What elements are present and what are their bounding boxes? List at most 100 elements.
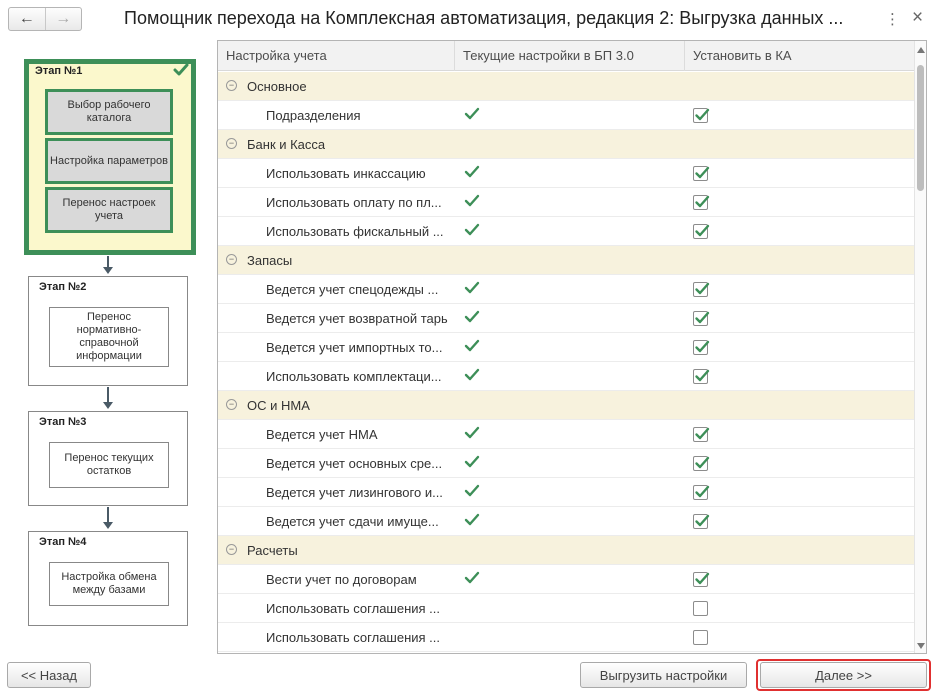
close-icon[interactable]: × — [912, 7, 923, 29]
stage-label: Этап №1 — [35, 65, 83, 77]
current-enabled-check-icon — [464, 339, 480, 352]
scroll-thumb[interactable] — [917, 65, 924, 191]
current-enabled-check-icon — [464, 455, 480, 468]
setting-label: Подразделения — [266, 108, 361, 123]
set-in-ka-checkbox-checked[interactable] — [693, 166, 710, 181]
column-header-current[interactable]: Текущие настройки в БП 3.0 — [454, 41, 684, 71]
checkbox-check-icon — [695, 340, 710, 353]
collapse-icon[interactable]: − — [226, 80, 237, 91]
checkbox-check-icon — [695, 572, 710, 585]
table-row[interactable]: Использовать оплату по пл... — [218, 188, 914, 217]
table-group-row[interactable]: − ОС и НМА — [218, 391, 914, 420]
setting-label: Ведется учет лизингового и... — [266, 485, 443, 500]
table-row[interactable]: Использовать инкассацию — [218, 159, 914, 188]
set-in-ka-checkbox-checked[interactable] — [693, 514, 710, 529]
table-row[interactable]: Подразделения — [218, 101, 914, 130]
current-enabled-check-icon — [464, 194, 480, 207]
checkbox-check-icon — [695, 108, 710, 121]
checkbox-check-icon — [695, 456, 710, 469]
setting-label: Вести учет по договорам — [266, 572, 417, 587]
more-menu-icon[interactable]: ⋮ — [885, 10, 900, 28]
column-header-setting[interactable]: Настройка учета — [218, 41, 454, 71]
back-button[interactable]: << Назад — [7, 662, 91, 688]
table-row[interactable]: Ведется учет лизингового и... — [218, 478, 914, 507]
next-button[interactable]: Далее >> — [760, 662, 927, 688]
stage-label: Этап №2 — [39, 281, 87, 293]
vertical-scrollbar[interactable] — [914, 41, 926, 653]
table-group-row[interactable]: − Запасы — [218, 246, 914, 275]
set-in-ka-checkbox-checked[interactable] — [693, 340, 710, 355]
current-enabled-check-icon — [464, 223, 480, 236]
table-group-row[interactable]: − Основное — [218, 72, 914, 101]
set-in-ka-checkbox-checked[interactable] — [693, 282, 710, 297]
set-in-ka-checkbox-checked[interactable] — [693, 108, 710, 123]
setting-label: Ведется учет НМА — [266, 427, 378, 442]
settings-table: Настройка учета Текущие настройки в БП 3… — [217, 40, 927, 654]
stage-label: Этап №4 — [39, 536, 87, 548]
table-row[interactable]: Использовать фискальный ... — [218, 217, 914, 246]
table-row[interactable]: Ведется учет НМА — [218, 420, 914, 449]
set-in-ka-checkbox-checked[interactable] — [693, 311, 710, 326]
collapse-icon[interactable]: − — [226, 544, 237, 555]
setting-label: Ведется учет возвратной тары — [266, 311, 448, 326]
step-reference-data[interactable]: Перенос нормативно-справочной информации — [49, 307, 169, 367]
setting-label: Использовать соглашения ... — [266, 630, 441, 645]
back-arrow-icon[interactable]: ← — [9, 8, 45, 30]
set-in-ka-checkbox-checked[interactable] — [693, 224, 710, 239]
set-in-ka-checkbox-checked[interactable] — [693, 572, 710, 587]
forward-arrow-icon[interactable]: → — [44, 8, 82, 30]
table-row[interactable]: Использовать соглашения ... — [218, 594, 914, 623]
completed-check-icon — [173, 63, 189, 76]
setting-label: Использовать соглашения ... — [266, 601, 441, 616]
table-row[interactable]: Вести учет по договорам — [218, 565, 914, 594]
table-row[interactable]: Использовать соглашения ... — [218, 623, 914, 652]
setting-label: Использовать инкассацию — [266, 166, 426, 181]
checkbox-check-icon — [695, 224, 710, 237]
title-bar: ← → Помощник перехода на Комплексная авт… — [0, 0, 938, 38]
current-enabled-check-icon — [464, 513, 480, 526]
setting-label: Ведется учет основных сре... — [266, 456, 443, 471]
stage-1: Этап №1 Выбор рабочего каталога Настройк… — [24, 59, 196, 255]
table-row[interactable]: Ведется учет импортных то... — [218, 333, 914, 362]
set-in-ka-checkbox-checked[interactable] — [693, 485, 710, 500]
checkbox-check-icon — [695, 485, 710, 498]
set-in-ka-checkbox-checked[interactable] — [693, 195, 710, 210]
export-settings-button[interactable]: Выгрузить настройки — [580, 662, 747, 688]
table-row[interactable]: Ведется учет основных сре... — [218, 449, 914, 478]
column-header-set[interactable]: Установить в КА — [684, 41, 914, 71]
current-enabled-check-icon — [464, 426, 480, 439]
set-in-ka-checkbox-checked[interactable] — [693, 456, 710, 471]
table-row[interactable]: Ведется учет возвратной тары — [218, 304, 914, 333]
step-settings[interactable]: Настройка параметров — [45, 138, 173, 184]
step-balances[interactable]: Перенос текущих остатков — [49, 442, 169, 488]
window-title: Помощник перехода на Комплексная автомат… — [124, 8, 844, 28]
setting-label: Использовать оплату по пл... — [266, 195, 442, 210]
group-label: Банк и Касса — [247, 137, 326, 152]
step-exchange[interactable]: Настройка обмена между базами — [49, 562, 169, 606]
set-in-ka-checkbox[interactable] — [693, 630, 708, 645]
table-group-row[interactable]: − Банк и Касса — [218, 130, 914, 159]
step-transfer-settings[interactable]: Перенос настроек учета — [45, 187, 173, 233]
table-row[interactable]: Ведется учет спецодежды ... — [218, 275, 914, 304]
setting-label: Ведется учет импортных то... — [266, 340, 443, 355]
current-enabled-check-icon — [464, 571, 480, 584]
group-label: Запасы — [247, 253, 293, 268]
step-select-catalog[interactable]: Выбор рабочего каталога — [45, 89, 173, 135]
checkbox-check-icon — [695, 282, 710, 295]
checkbox-check-icon — [695, 166, 710, 179]
scroll-up-icon[interactable] — [917, 47, 925, 53]
collapse-icon[interactable]: − — [226, 399, 237, 410]
collapse-icon[interactable]: − — [226, 138, 237, 149]
collapse-icon[interactable]: − — [226, 254, 237, 265]
table-row[interactable]: Использовать комплектаци... — [218, 362, 914, 391]
set-in-ka-checkbox-checked[interactable] — [693, 427, 710, 442]
stage-2: Этап №2 Перенос нормативно-справочной ин… — [28, 276, 188, 386]
table-row[interactable]: Ведется учет сдачи имуще... — [218, 507, 914, 536]
table-group-row[interactable]: − Расчеты — [218, 536, 914, 565]
setting-label: Ведется учет спецодежды ... — [266, 282, 439, 297]
set-in-ka-checkbox[interactable] — [693, 601, 708, 616]
scroll-down-icon[interactable] — [917, 643, 925, 649]
stage-connector-arrow — [103, 507, 113, 529]
group-label: Расчеты — [247, 543, 298, 558]
set-in-ka-checkbox-checked[interactable] — [693, 369, 710, 384]
